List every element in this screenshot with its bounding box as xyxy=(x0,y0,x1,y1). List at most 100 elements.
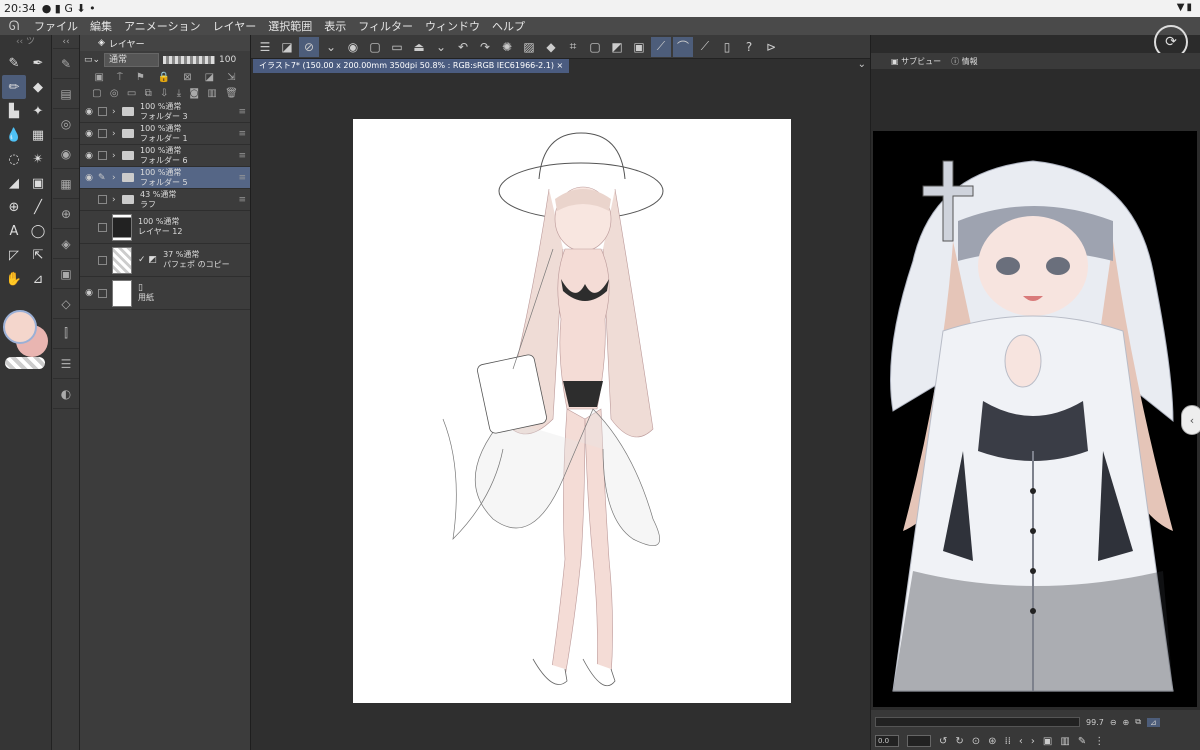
rotation-slider[interactable] xyxy=(907,735,931,747)
transfer-icon[interactable]: ⇩ xyxy=(160,88,168,99)
menu-filter[interactable]: フィルター xyxy=(352,18,419,34)
prev-image-icon[interactable]: ‹ xyxy=(1019,736,1023,747)
layer-checkbox[interactable] xyxy=(98,222,107,232)
menu-layer[interactable]: レイヤー xyxy=(207,18,263,34)
canvas-area[interactable] xyxy=(251,73,870,750)
expand-arrow-icon[interactable]: › xyxy=(112,173,122,183)
bucket-icon[interactable]: ◢ xyxy=(2,171,26,195)
layer-row[interactable]: ◉ › 100 %通常 フォルダー 3 ≡ xyxy=(80,101,250,123)
chevron-down-icon[interactable]: ⌄ xyxy=(431,37,451,57)
subtool-pen-icon[interactable]: ✎ xyxy=(53,49,79,79)
save-icon[interactable]: ⏏ xyxy=(409,37,429,57)
eye-icon[interactable]: ◉ xyxy=(80,107,98,117)
drag-handle-icon[interactable]: ≡ xyxy=(238,151,246,161)
draft-icon[interactable]: ⚑ xyxy=(136,72,145,83)
transparent-color-swatch[interactable] xyxy=(5,357,45,369)
next-image-icon[interactable]: › xyxy=(1031,736,1035,747)
reset-rotation-icon[interactable]: ⊙ xyxy=(972,736,980,747)
delete-layer-icon[interactable]: 🗑 xyxy=(225,88,238,99)
blend-icon[interactable]: 💧 xyxy=(2,123,26,147)
drawing-canvas[interactable] xyxy=(353,119,791,703)
mask-icon[interactable]: ◪ xyxy=(205,72,214,83)
clip-icon[interactable]: ▣ xyxy=(94,72,103,83)
layer-row[interactable]: ✓ ◩ 37 %通常 パフェポ のコピー xyxy=(80,244,250,277)
eyedropper-icon[interactable]: ⊿ xyxy=(1146,717,1160,727)
subtool-stack-icon[interactable]: ◈ xyxy=(53,229,79,259)
eye-target-icon[interactable]: ◉ xyxy=(343,37,363,57)
drag-handle-icon[interactable]: ≡ xyxy=(238,195,246,205)
eraser-icon[interactable]: ◆ xyxy=(26,75,50,99)
clear-icon[interactable]: ▨ xyxy=(519,37,539,57)
menu-selection[interactable]: 選択範囲 xyxy=(262,18,318,34)
zoom-slider[interactable] xyxy=(875,717,1080,727)
selection-layer-icon[interactable]: ⊘ xyxy=(299,36,319,57)
transform-icon[interactable]: ◪ xyxy=(277,37,297,57)
gradient-icon[interactable]: ▣ xyxy=(26,171,50,195)
layer-checkbox[interactable] xyxy=(98,255,107,265)
rotate-right-icon[interactable]: ↻ xyxy=(955,736,963,747)
device-icon[interactable]: ▯ xyxy=(717,37,737,57)
grid-view-icon[interactable]: ⁞⁞ xyxy=(1005,736,1011,747)
layer-checkbox[interactable] xyxy=(98,195,107,204)
expand-arrow-icon[interactable]: › xyxy=(112,151,122,161)
subtool-slider-icon[interactable]: ☰ xyxy=(53,349,79,379)
frame-icon[interactable]: ◸ xyxy=(2,243,26,267)
delete-mask-icon[interactable]: ▥ xyxy=(207,88,216,99)
subtool-layers-icon[interactable]: ◇ xyxy=(53,289,79,319)
drag-handle-icon[interactable]: ≡ xyxy=(238,129,246,139)
opacity-value[interactable]: 100 xyxy=(219,55,236,65)
layer-row[interactable]: ◉ › 100 %通常 フォルダー 1 ≡ xyxy=(80,123,250,145)
new-folder-icon[interactable]: ▭ xyxy=(127,88,136,99)
menu-edit[interactable]: 編集 xyxy=(84,18,118,34)
app-logo-icon[interactable]: ᘏ xyxy=(0,19,28,34)
layer-checkbox[interactable] xyxy=(98,288,107,298)
lock-alpha-icon[interactable]: ⊠ xyxy=(183,72,191,83)
subtool-grid-icon[interactable]: ▦ xyxy=(53,169,79,199)
merge-down-icon[interactable]: ⤓ xyxy=(177,88,181,99)
loading-icon[interactable]: ✺ xyxy=(497,37,517,57)
info-tab[interactable]: ⓘ 情報 xyxy=(951,56,978,67)
subtool-layer-icon[interactable]: ▤ xyxy=(53,79,79,109)
opacity-slider[interactable] xyxy=(163,56,216,64)
zoom-icon[interactable]: ⊕ xyxy=(2,195,26,219)
layer-row[interactable]: ◉ ▯ 用紙 xyxy=(80,277,250,310)
layer-checkbox[interactable] xyxy=(98,107,107,116)
snap-special-icon[interactable]: ⟋ xyxy=(695,37,715,57)
deselect-icon[interactable]: ▢ xyxy=(585,37,605,57)
panel-collapse-handle[interactable]: ‹ xyxy=(1181,405,1200,435)
menu-animation[interactable]: アニメーション xyxy=(118,18,207,34)
help-icon[interactable]: ? xyxy=(739,37,759,57)
document-tab[interactable]: イラスト7* (150.00 x 200.00mm 350dpi 50.8% :… xyxy=(253,59,570,73)
snap-curve-icon[interactable]: ⌒ xyxy=(673,36,693,57)
layer-row[interactable]: 100 %通常 レイヤー 12 xyxy=(80,211,250,244)
zoom-out-icon[interactable]: ⊖ xyxy=(1110,718,1117,727)
magic-wand-icon[interactable]: ✴ xyxy=(26,147,50,171)
rotation-input[interactable]: 0.0 xyxy=(875,735,899,747)
subtool-drop-icon[interactable]: ◉ xyxy=(53,139,79,169)
subtool-move-icon[interactable]: ⊕ xyxy=(53,199,79,229)
layer-row[interactable]: ◉ › 100 %通常 フォルダー 6 ≡ xyxy=(80,145,250,167)
expand-arrow-icon[interactable]: › xyxy=(112,195,122,205)
more-icon[interactable]: ⋮ xyxy=(1094,736,1104,747)
new-layer-icon[interactable]: ▢ xyxy=(92,88,101,99)
eye-icon[interactable]: ◉ xyxy=(80,129,98,139)
eyedropper-icon[interactable]: ⊿ xyxy=(26,267,50,291)
lock-icon[interactable]: 🔒 xyxy=(158,72,170,83)
hand-icon[interactable]: ✋ xyxy=(2,267,26,291)
menu-file[interactable]: ファイル xyxy=(28,18,84,34)
undo-icon[interactable]: ↶ xyxy=(453,37,473,57)
pen-icon[interactable]: ✎ xyxy=(2,51,26,75)
collapse-icon[interactable]: ‹‹ xyxy=(53,35,79,49)
menu-help[interactable]: ヘルプ xyxy=(486,18,531,34)
grid-icon[interactable]: ▦ xyxy=(26,123,50,147)
merge-icon[interactable]: ⇲ xyxy=(227,72,235,83)
expand-arrow-icon[interactable]: › xyxy=(112,129,122,139)
menu-view[interactable]: 表示 xyxy=(318,18,352,34)
drag-handle-icon[interactable]: ≡ xyxy=(238,107,246,117)
subtool-camera-icon[interactable]: ▣ xyxy=(53,259,79,289)
layer-row-selected[interactable]: ◉ ✎ › 100 %通常 フォルダー 5 ≡ xyxy=(80,167,250,189)
layer-panel-tab[interactable]: ◈ レイヤー xyxy=(80,35,250,51)
zoom-in-icon[interactable]: ⊕ xyxy=(1123,718,1130,727)
eye-icon[interactable]: ◉ xyxy=(80,151,98,161)
drag-handle-icon[interactable]: ≡ xyxy=(238,173,246,183)
